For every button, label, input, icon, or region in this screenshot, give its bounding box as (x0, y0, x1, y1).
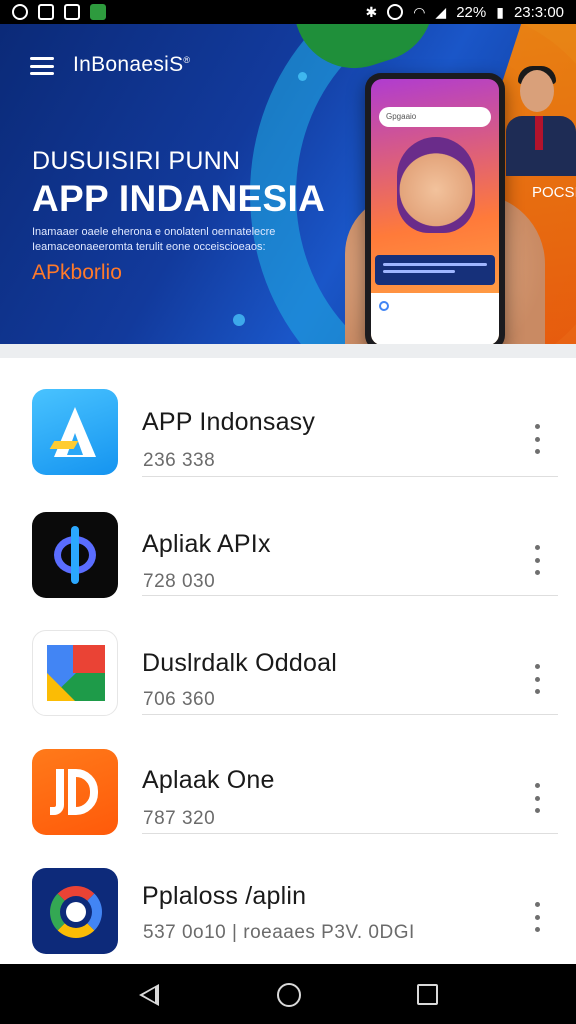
banner-cta-link[interactable]: APkborlio (32, 261, 122, 285)
app-meta: 537 0o10 | roeaaes P3V. 0DGI (143, 922, 415, 943)
banner-dot (233, 314, 245, 326)
signal-icon: ◢ (435, 4, 447, 20)
clock: 23:3:00 (513, 3, 564, 21)
more-options-icon[interactable] (526, 424, 548, 454)
alarm-icon (387, 4, 404, 20)
banner-title: APP INDANESIA (32, 178, 326, 219)
app-icon (90, 4, 106, 20)
banner-description: Inamaaer oaele eherona e onolatenl oenna… (32, 226, 276, 253)
app-meta: 728 030 (143, 571, 216, 592)
google-icon (379, 301, 389, 311)
color-blocks-app-icon (32, 630, 118, 716)
mockup-card (375, 255, 495, 285)
app-meta: 787 320 (143, 808, 216, 829)
status-left (12, 4, 106, 20)
recents-icon[interactable] (417, 984, 438, 1005)
jp-letter-app-icon (32, 749, 118, 835)
phone-mockup-illustration: Gpgaaio (365, 73, 505, 344)
promo-banner[interactable]: InBonaesiS® DUSUISIRI PUNN APP INDANESIA… (0, 24, 576, 344)
stylus-ring-app-icon (32, 512, 118, 598)
hamburger-menu-icon[interactable] (30, 57, 54, 75)
more-options-icon[interactable] (526, 783, 548, 813)
home-icon[interactable] (277, 983, 301, 1007)
banner-dot (298, 72, 307, 81)
navigation-bar (0, 964, 576, 1024)
mockup-bottom-panel (371, 293, 499, 344)
banner-side-text: POCSIC (532, 184, 576, 201)
battery-icon: ▮ (496, 4, 504, 20)
wifi-icon: ◠ (413, 4, 426, 20)
a-letter-app-icon (32, 389, 118, 475)
color-ring-app-icon (32, 868, 118, 954)
app-name: Pplaloss /aplin (142, 882, 307, 910)
app-name: Aplaak One (142, 766, 275, 794)
app-list: APP Indonsasy 236 338 Apliak APIx 728 03… (0, 358, 576, 954)
businessman-illustration (506, 60, 576, 176)
status-right: ✱ ◠ ◢ 22% ▮ 23:3:00 (365, 4, 564, 21)
list-item[interactable]: Duslrdalk Oddoal 706 360 (0, 596, 576, 716)
app-meta: 236 338 (143, 450, 216, 471)
brand-name: InBonaesiS® (73, 53, 191, 76)
app-name: Duslrdalk Oddoal (142, 649, 337, 677)
list-item[interactable]: Apliak APIx 728 030 (0, 477, 576, 598)
list-item[interactable]: Aplaak One 787 320 (0, 715, 576, 835)
back-icon[interactable] (139, 984, 159, 1006)
mockup-search-bar: Gpgaaio (379, 107, 491, 127)
section-divider (0, 344, 576, 358)
bluetooth-icon: ✱ (365, 4, 378, 20)
status-bar: ✱ ◠ ◢ 22% ▮ 23:3:00 (0, 0, 576, 24)
app-name: APP Indonsasy (142, 408, 316, 436)
battery-percent: 22% (456, 3, 487, 21)
notification-icon (12, 4, 28, 20)
screen: ✱ ◠ ◢ 22% ▮ 23:3:00 InBonaesiS® DUSUISIR… (0, 0, 576, 1024)
more-options-icon[interactable] (526, 545, 548, 575)
more-options-icon[interactable] (526, 664, 548, 694)
more-options-icon[interactable] (526, 902, 548, 932)
image-icon (38, 4, 54, 20)
support-agent-illustration (397, 137, 475, 233)
list-item[interactable]: APP Indonsasy 236 338 (0, 358, 576, 477)
gallery-icon (64, 4, 80, 20)
banner-subtitle: DUSUISIRI PUNN (32, 147, 241, 175)
app-name: Apliak APIx (142, 530, 271, 558)
app-meta: 706 360 (143, 689, 216, 710)
list-item[interactable]: Pplaloss /aplin 537 0o10 | roeaaes P3V. … (0, 834, 576, 954)
